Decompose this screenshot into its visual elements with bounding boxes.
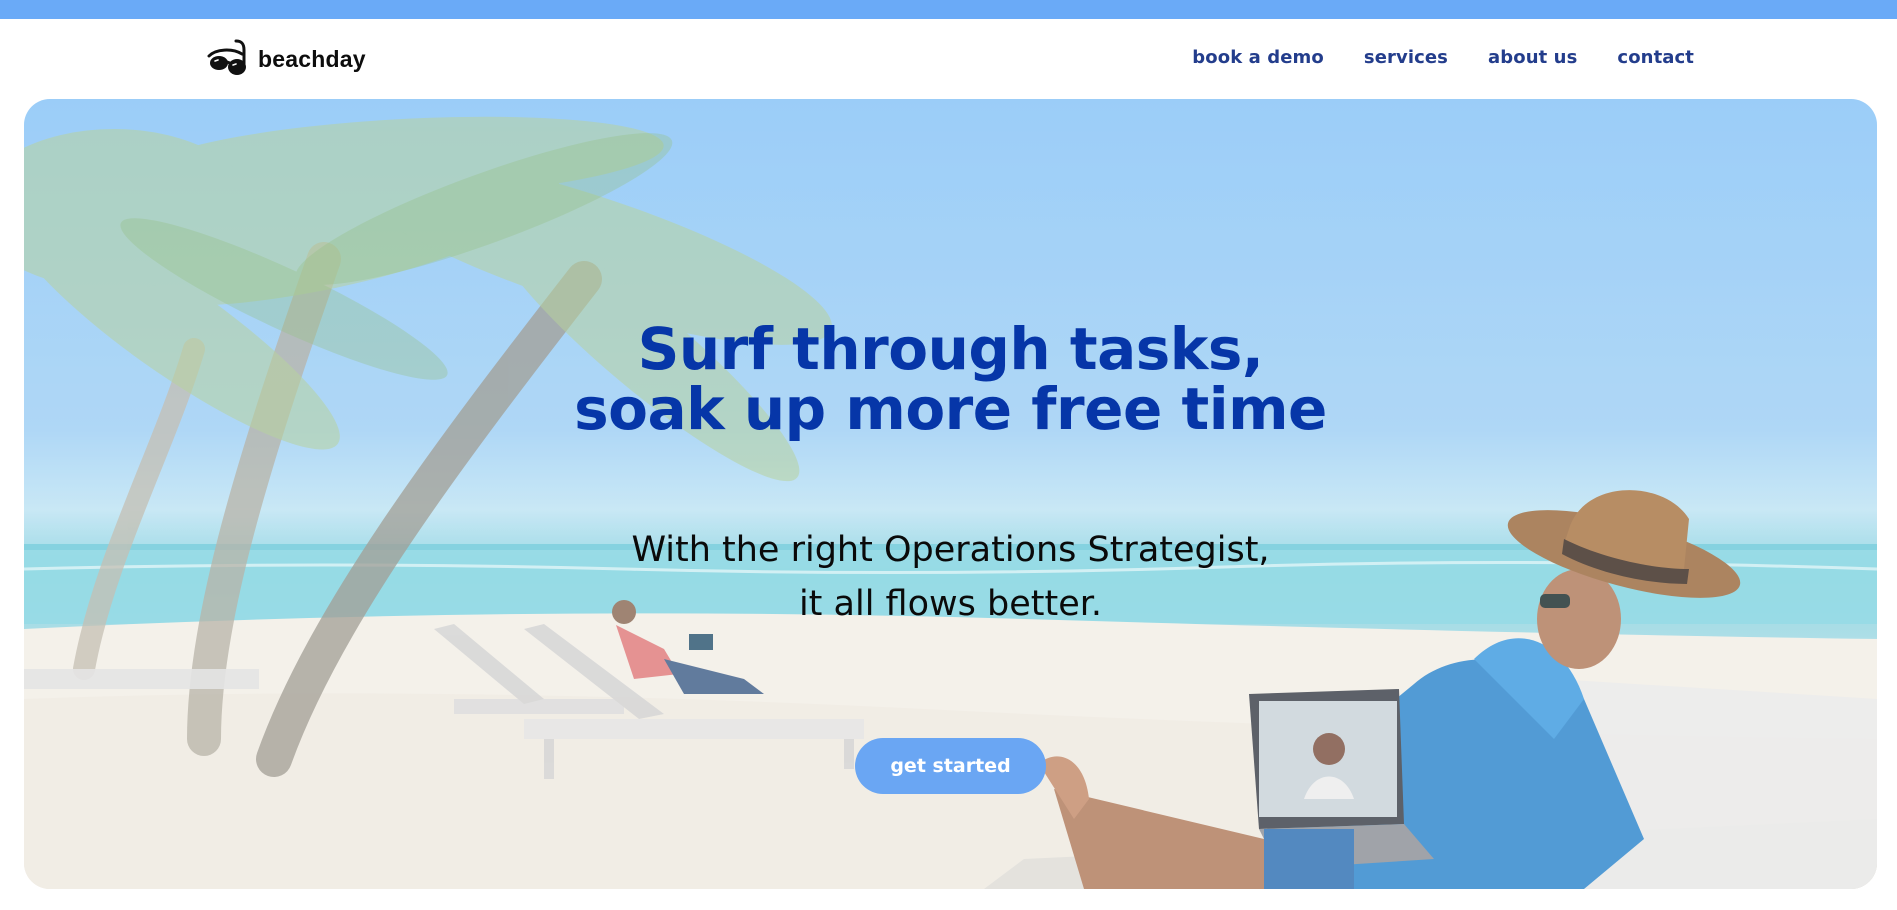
get-started-button[interactable]: get started (855, 738, 1046, 794)
brand-name: beachday (258, 45, 366, 72)
hero-section: Surf through tasks, soak up more free ti… (24, 99, 1877, 889)
hero-subtext-line2: it all flows better. (798, 584, 1103, 624)
brand-logo-link[interactable]: beachday (206, 38, 366, 80)
sunglasses-snorkel-icon (207, 39, 246, 75)
main-navigation: book a demo services about us contact (1192, 47, 1694, 68)
hero-headline-line1: Surf through tasks, (637, 315, 1264, 383)
navbar: beachday book a demo services about us c… (0, 19, 1897, 99)
hero-headline-line2: soak up more free time (574, 375, 1327, 443)
top-accent-strip (0, 0, 1897, 19)
nav-contact[interactable]: contact (1617, 47, 1694, 68)
nav-services[interactable]: services (1364, 47, 1448, 68)
nav-book-a-demo[interactable]: book a demo (1192, 47, 1324, 68)
hero-subtext-line1: With the right Operations Strategist, (631, 530, 1270, 570)
hero-headline: Surf through tasks, soak up more free ti… (24, 319, 1877, 439)
nav-about-us[interactable]: about us (1488, 47, 1577, 68)
hero-subtext: With the right Operations Strategist, it… (24, 523, 1877, 631)
